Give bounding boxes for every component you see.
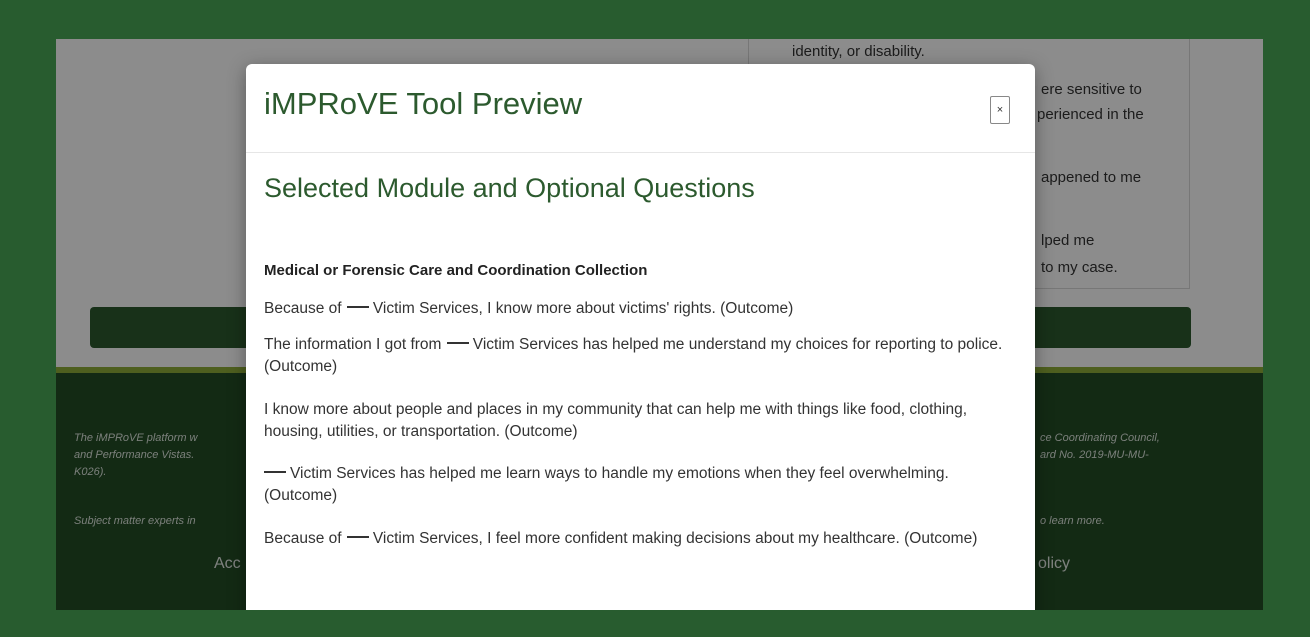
- modal-title: iMPRoVE Tool Preview: [264, 86, 583, 121]
- modal-header: iMPRoVE Tool Preview ×: [246, 64, 1035, 153]
- question-prefix: The information I got from: [264, 336, 442, 353]
- browser-viewport: identity, or disability. ere sensitive t…: [56, 39, 1263, 610]
- question-item: Because of Victim Services, I know more …: [264, 298, 1024, 320]
- close-button[interactable]: ×: [990, 96, 1010, 124]
- blank-line: [446, 341, 469, 344]
- question-text: Victim Services has helped me learn ways…: [264, 465, 949, 504]
- question-item: I know more about people and places in m…: [264, 399, 1024, 443]
- close-icon: ×: [996, 104, 1004, 116]
- preview-modal: iMPRoVE Tool Preview × Selected Module a…: [246, 64, 1035, 610]
- question-text: Victim Services, I know more about victi…: [372, 300, 794, 317]
- question-text: I know more about people and places in m…: [264, 401, 968, 440]
- question-prefix: Because of: [264, 530, 342, 547]
- blank-line: [346, 535, 369, 538]
- question-text: Victim Services, I feel more confident m…: [372, 530, 978, 547]
- section-title: Selected Module and Optional Questions: [264, 173, 755, 203]
- question-item: Victim Services has helped me learn ways…: [264, 463, 1024, 507]
- blank-line: [264, 470, 286, 473]
- blank-line: [346, 305, 369, 308]
- question-item: Because of Victim Services, I feel more …: [264, 528, 1024, 550]
- module-name: Medical or Forensic Care and Coordinatio…: [264, 262, 648, 279]
- question-item: The information I got from Victim Servic…: [264, 334, 1024, 378]
- question-prefix: Because of: [264, 300, 342, 317]
